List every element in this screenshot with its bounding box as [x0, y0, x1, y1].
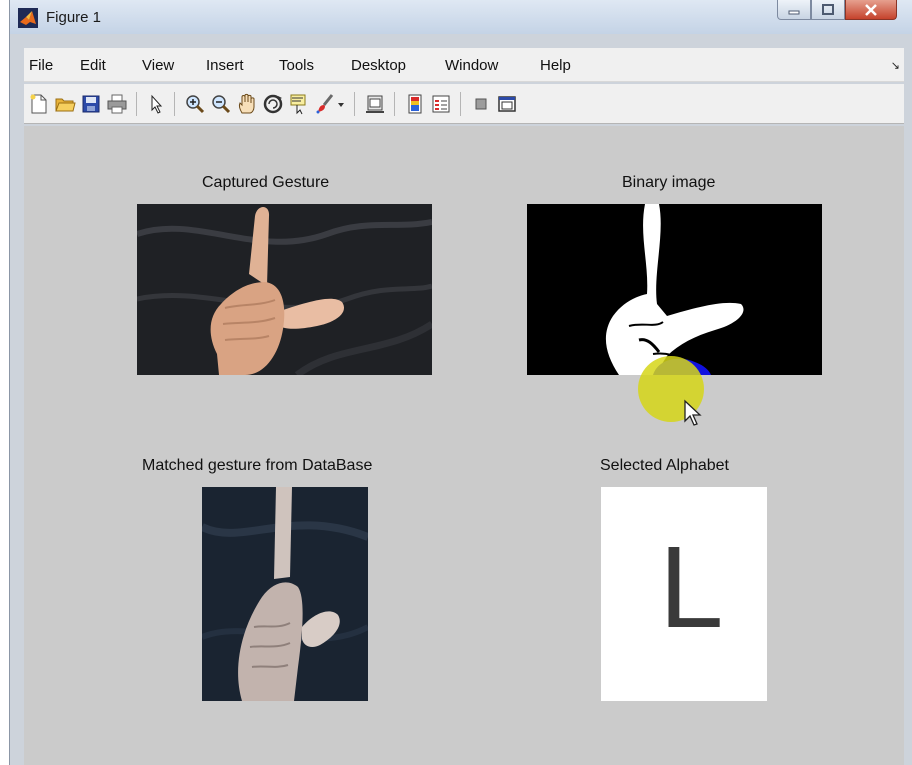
- toolbar-separator: [460, 92, 461, 116]
- menu-edit[interactable]: Edit: [80, 57, 106, 74]
- maximize-icon: [822, 3, 834, 15]
- window-controls: [777, 0, 897, 20]
- pointer-icon[interactable]: [146, 93, 168, 115]
- menu-window[interactable]: Window: [445, 57, 498, 74]
- toolbar-separator: [354, 92, 355, 116]
- menu-file[interactable]: File: [29, 57, 53, 74]
- captured-gesture-image: [137, 204, 432, 375]
- window-title: Figure 1: [46, 9, 102, 26]
- matched-gesture-title: Matched gesture from DataBase: [142, 457, 373, 474]
- maximize-button[interactable]: [811, 0, 845, 20]
- rotate-3d-icon[interactable]: [262, 93, 284, 115]
- open-file-icon[interactable]: [54, 93, 76, 115]
- close-button[interactable]: [845, 0, 897, 20]
- binary-image: [527, 204, 822, 375]
- show-plot-tools-icon[interactable]: [496, 93, 518, 115]
- toolbar-separator: [394, 92, 395, 116]
- figure-canvas: Captured Gesture Binary image Matched ge…: [24, 126, 904, 765]
- menu-help[interactable]: Help: [540, 57, 571, 74]
- legend-icon[interactable]: [430, 93, 452, 115]
- zoom-in-icon[interactable]: [184, 93, 206, 115]
- hide-plot-tools-icon[interactable]: [470, 93, 492, 115]
- toolbar-separator: [136, 92, 137, 116]
- menu-insert[interactable]: Insert: [206, 57, 244, 74]
- new-figure-icon[interactable]: [28, 93, 50, 115]
- toolbar-separator: [174, 92, 175, 116]
- data-cursor-icon[interactable]: [288, 93, 310, 115]
- selected-alphabet-image: L: [601, 487, 767, 701]
- brush-dropdown-icon[interactable]: [336, 93, 346, 115]
- minimize-button[interactable]: [777, 0, 811, 20]
- menu-tools[interactable]: Tools: [279, 57, 314, 74]
- mouse-cursor-icon: [684, 399, 702, 426]
- minimize-icon: [788, 10, 800, 14]
- selected-letter: L: [659, 522, 724, 652]
- brush-icon[interactable]: [314, 93, 336, 115]
- menu-bar: File Edit View Insert Tools Desktop Wind…: [24, 48, 904, 82]
- close-icon: [865, 3, 877, 16]
- print-icon[interactable]: [106, 93, 128, 115]
- save-icon[interactable]: [80, 93, 102, 115]
- figure-window: Figure 1 File Edit View Insert Tools Des…: [9, 0, 912, 765]
- link-plot-icon[interactable]: [364, 93, 386, 115]
- matched-gesture-image: [202, 487, 368, 701]
- matlab-logo-icon: [18, 8, 38, 28]
- menu-view[interactable]: View: [142, 57, 174, 74]
- menu-overflow-icon[interactable]: ↘: [891, 59, 900, 72]
- toolbar: [24, 84, 904, 124]
- menu-desktop[interactable]: Desktop: [351, 57, 406, 74]
- zoom-out-icon[interactable]: [210, 93, 232, 115]
- binary-image-title: Binary image: [622, 174, 716, 191]
- pan-icon[interactable]: [236, 93, 258, 115]
- colorbar-icon[interactable]: [404, 93, 426, 115]
- selected-alphabet-title: Selected Alphabet: [600, 457, 729, 474]
- captured-gesture-title: Captured Gesture: [202, 174, 330, 191]
- title-bar[interactable]: Figure 1: [10, 0, 912, 34]
